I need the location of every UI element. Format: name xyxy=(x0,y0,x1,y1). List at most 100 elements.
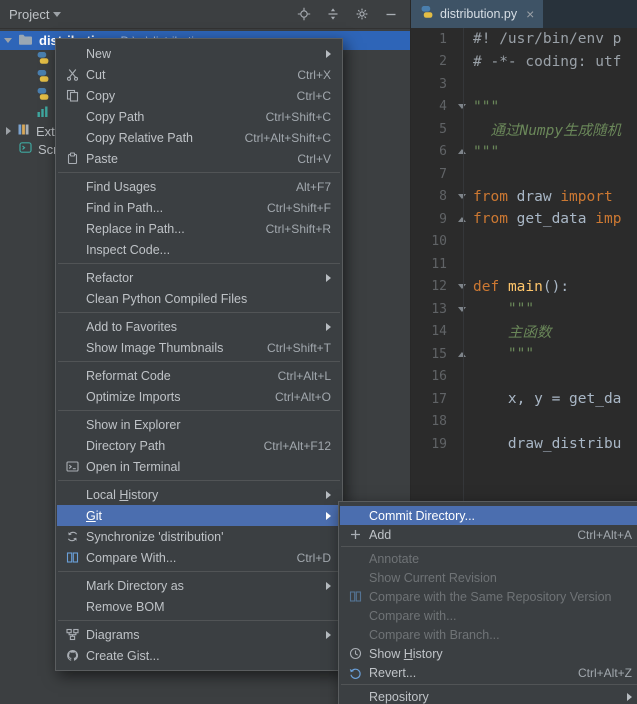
submenu-arrow-icon xyxy=(326,322,331,331)
menu-item-remove-bom[interactable]: Remove BOM xyxy=(57,596,341,617)
plus-icon xyxy=(347,528,364,541)
menu-item-compare-with[interactable]: Compare With... Ctrl+D xyxy=(57,547,341,568)
code-line: def main(): xyxy=(473,278,570,295)
compare-icon xyxy=(64,551,81,564)
fold-marker-icon[interactable] xyxy=(454,194,470,200)
menu-item-create-gist[interactable]: Create Gist... xyxy=(57,645,341,666)
menu-separator xyxy=(58,172,340,173)
menu-item-show-current-revision: Show Current Revision xyxy=(369,570,497,585)
line-number: 19 xyxy=(431,436,447,452)
close-icon[interactable]: × xyxy=(526,7,534,21)
chart-file-icon xyxy=(36,105,49,121)
tab-title: distribution.py xyxy=(440,7,518,21)
editor-tab-bar: distribution.py × xyxy=(411,0,637,29)
submenu-arrow-icon xyxy=(326,273,331,282)
menu-item-compare-with-dots: Compare with... xyxy=(369,608,457,623)
fold-marker-icon[interactable] xyxy=(454,104,470,110)
menu-separator xyxy=(58,410,340,411)
line-number: 2 xyxy=(439,54,447,70)
menu-separator xyxy=(58,312,340,313)
project-view-selector[interactable]: Project xyxy=(9,7,49,22)
code-line: """ xyxy=(473,98,500,115)
menu-item-replace-in-path[interactable]: Replace in Path... Ctrl+Shift+R xyxy=(57,218,341,239)
menu-item-cut[interactable]: Cut Ctrl+X xyxy=(57,64,341,85)
menu-item-show-image-thumbnails[interactable]: Show Image Thumbnails Ctrl+Shift+T xyxy=(57,337,341,358)
menu-item-refactor[interactable]: Refactor xyxy=(57,267,341,288)
diagram-icon xyxy=(64,628,81,641)
menu-item-revert[interactable]: Revert... Ctrl+Alt+Z xyxy=(340,663,637,682)
menu-item-commit-directory[interactable]: Commit Directory... xyxy=(340,506,637,525)
line-number: 11 xyxy=(431,256,447,272)
sync-icon xyxy=(64,530,81,543)
history-clock-icon xyxy=(347,647,364,660)
menu-item-git-add[interactable]: Add Ctrl+Alt+A xyxy=(340,525,637,544)
line-number: 13 xyxy=(431,301,447,317)
menu-item-show-in-explorer[interactable]: Show in Explorer xyxy=(57,414,341,435)
python-file-icon xyxy=(36,51,50,68)
menu-item-copy-path[interactable]: Copy Path Ctrl+Shift+C xyxy=(57,106,341,127)
menu-separator xyxy=(341,684,637,685)
locate-file-icon[interactable] xyxy=(297,7,311,21)
menu-item-paste[interactable]: Paste Ctrl+V xyxy=(57,148,341,169)
menu-item-add-to-favorites[interactable]: Add to Favorites xyxy=(57,316,341,337)
menu-item-compare-same-repository-version: Compare with the Same Repository Version xyxy=(340,587,637,606)
ide-window: Project distribution D:\...\distribution xyxy=(0,0,637,704)
line-number: 14 xyxy=(431,324,447,340)
line-number: 9 xyxy=(439,211,447,227)
fold-marker-icon[interactable] xyxy=(454,149,470,155)
expand-arrow-icon[interactable] xyxy=(4,38,12,43)
menu-item-annotate: Annotate xyxy=(369,551,420,566)
line-number: 4 xyxy=(439,99,447,115)
python-file-icon xyxy=(36,87,50,104)
menu-item-mark-directory-as[interactable]: Mark Directory as xyxy=(57,575,341,596)
menu-item-open-in-terminal[interactable]: Open in Terminal xyxy=(57,456,341,477)
menu-item-copy[interactable]: Copy Ctrl+C xyxy=(57,85,341,106)
tab-distribution-py[interactable]: distribution.py × xyxy=(411,0,544,28)
line-number: 7 xyxy=(439,166,447,182)
line-number: 3 xyxy=(439,76,447,92)
chevron-down-icon[interactable] xyxy=(53,11,62,17)
fold-marker-icon[interactable] xyxy=(454,216,470,222)
menu-item-optimize-imports[interactable]: Optimize Imports Ctrl+Alt+O xyxy=(57,386,341,407)
submenu-arrow-icon xyxy=(326,581,331,590)
menu-item-inspect-code[interactable]: Inspect Code... xyxy=(57,239,341,260)
menu-item-local-history[interactable]: Local History xyxy=(57,484,341,505)
fold-marker-icon[interactable] xyxy=(454,284,470,290)
folder-icon xyxy=(18,33,33,49)
collapse-all-icon[interactable] xyxy=(326,7,340,21)
menu-item-reformat-code[interactable]: Reformat Code Ctrl+Alt+L xyxy=(57,365,341,386)
collapsed-arrow-icon[interactable] xyxy=(6,127,11,135)
submenu-arrow-icon xyxy=(627,692,632,701)
menu-item-clean-python-compiled-files[interactable]: Clean Python Compiled Files xyxy=(57,288,341,309)
menu-separator xyxy=(58,480,340,481)
terminal-icon xyxy=(64,460,81,473)
submenu-arrow-icon xyxy=(326,630,331,639)
menu-item-new[interactable]: New xyxy=(57,43,341,64)
code-line: """ xyxy=(473,346,535,363)
code-line: x, y = get_da xyxy=(473,391,622,408)
python-file-icon xyxy=(36,69,50,86)
menu-separator xyxy=(58,361,340,362)
menu-item-find-in-path[interactable]: Find in Path... Ctrl+Shift+F xyxy=(57,197,341,218)
menu-item-git[interactable]: Git xyxy=(57,505,341,526)
fold-marker-icon[interactable] xyxy=(454,306,470,312)
menu-item-repository[interactable]: Repository xyxy=(340,687,637,704)
gear-icon[interactable] xyxy=(355,7,369,21)
line-number: 10 xyxy=(431,234,447,250)
code-line: # -*- coding: utf xyxy=(473,53,622,70)
menu-separator xyxy=(341,546,637,547)
line-number: 6 xyxy=(439,144,447,160)
menu-item-directory-path[interactable]: Directory Path Ctrl+Alt+F12 xyxy=(57,435,341,456)
code-line: """ xyxy=(473,143,500,160)
menu-item-show-history[interactable]: Show History xyxy=(340,644,637,663)
python-file-icon xyxy=(420,5,434,24)
menu-item-synchronize[interactable]: Synchronize 'distribution' xyxy=(57,526,341,547)
menu-item-diagrams[interactable]: Diagrams xyxy=(57,624,341,645)
menu-item-copy-relative-path[interactable]: Copy Relative Path Ctrl+Alt+Shift+C xyxy=(57,127,341,148)
hide-panel-icon[interactable] xyxy=(384,7,398,21)
fold-marker-icon[interactable] xyxy=(454,351,470,357)
menu-item-find-usages[interactable]: Find Usages Alt+F7 xyxy=(57,176,341,197)
context-menu: New Cut Ctrl+X Copy Ctrl+C Copy Path Ctrl+S… xyxy=(55,38,343,671)
line-number: 17 xyxy=(431,391,447,407)
project-panel-header: Project xyxy=(0,0,410,29)
